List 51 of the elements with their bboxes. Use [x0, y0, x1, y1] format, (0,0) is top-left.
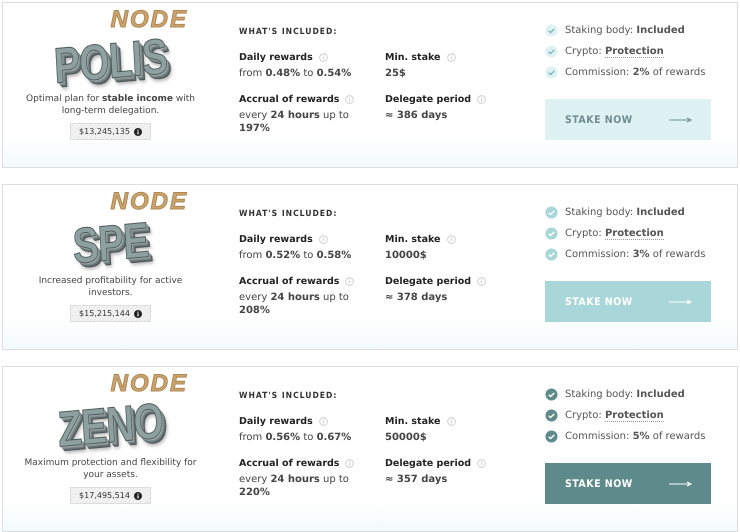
stat-label: Accrual of rewards — [239, 458, 340, 469]
arrow-icon — [669, 480, 693, 486]
stat-label: Accrual of rewards — [239, 94, 340, 105]
stat-label: Daily rewards — [239, 52, 313, 63]
stake-now-button[interactable]: STAKE NOW — [545, 281, 711, 322]
info-icon[interactable] — [134, 310, 142, 318]
feature-text: Crypto: Protection — [565, 46, 664, 56]
stat-label: Daily rewards — [239, 234, 313, 245]
stat-value: from 0.48% to 0.54% — [239, 67, 352, 80]
section-heading: WHAT'S INCLUDED: — [239, 27, 338, 37]
stat-value: every 24 hours up to 220% — [239, 473, 350, 499]
stake-now-button[interactable]: STAKE NOW — [545, 463, 711, 504]
feature-text: Crypto: Protection — [565, 410, 664, 420]
feature-text: Commission: 3% of rewards — [565, 248, 706, 260]
stat-label: Delegate period — [385, 276, 472, 287]
stat-value: every 24 hours up to 208% — [239, 291, 350, 317]
stat-value: ≈ 378 days — [385, 291, 448, 304]
plan-description: Increased profitability for active investors. — [38, 275, 184, 299]
feature-text: Commission: 2% of rewards — [565, 66, 706, 78]
tvl-amount: $15,215,144 — [79, 309, 130, 318]
stat-label: Min. stake — [385, 234, 441, 245]
feature-text: Staking body: Included — [565, 388, 685, 400]
stat-label: Delegate period — [385, 94, 472, 105]
feature-text: Staking body: Included — [565, 24, 685, 36]
arrow-icon — [669, 298, 693, 304]
stat-value: from 0.56% to 0.67% — [239, 431, 352, 444]
stat-value: 50000$ — [385, 431, 428, 444]
stake-now-button[interactable]: STAKE NOW — [545, 99, 711, 140]
stat-value: ≈ 357 days — [385, 473, 448, 486]
stat-label: Accrual of rewards — [239, 276, 340, 287]
stat-value: every 24 hours up to 197% — [239, 109, 350, 135]
info-icon[interactable] — [134, 492, 142, 500]
stat-label: Min. stake — [385, 416, 441, 427]
stat-value: 25$ — [385, 67, 407, 80]
feature-text: Crypto: Protection — [565, 228, 664, 238]
feature-text: Commission: 5% of rewards — [565, 430, 706, 442]
tvl-amount: $13,245,135 — [79, 127, 130, 136]
arrow-icon — [669, 116, 693, 122]
plan-description: Maximum protection and flexibility for your assets. — [23, 457, 198, 481]
info-icon[interactable] — [134, 128, 142, 136]
stat-value: from 0.52% to 0.58% — [239, 249, 352, 262]
section-heading: WHAT'S INCLUDED: — [239, 209, 338, 219]
stat-label: Delegate period — [385, 458, 472, 469]
stat-label: Min. stake — [385, 52, 441, 63]
plan-description: Optimal plan for stable income with long-term delegation. — [25, 93, 196, 117]
stat-value: 10000$ — [385, 249, 428, 262]
section-heading: WHAT'S INCLUDED: — [239, 391, 338, 401]
stat-value: ≈ 386 days — [385, 109, 448, 122]
stat-label: Daily rewards — [239, 416, 313, 427]
tvl-amount: $17,495,514 — [79, 491, 130, 500]
feature-text: Staking body: Included — [565, 206, 685, 218]
